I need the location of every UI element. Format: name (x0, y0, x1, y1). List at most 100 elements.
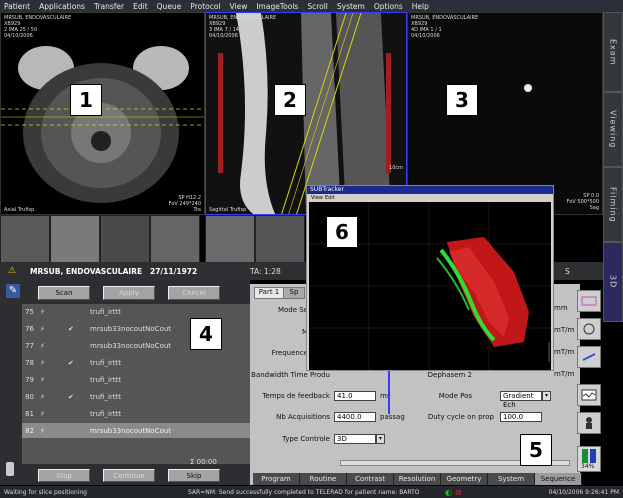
thumbnail[interactable] (255, 215, 305, 263)
menu-item-view[interactable]: View (311, 195, 323, 201)
queue-number: 82 (25, 426, 34, 435)
queue-item-name: mrsub33nocoutNoCout (90, 324, 172, 333)
queue-number: 80 (25, 392, 34, 401)
pencil-icon[interactable]: ✎ (6, 284, 20, 298)
menu-item-applications[interactable]: Applications (39, 2, 85, 11)
menu-item-patient[interactable]: Patient (4, 2, 30, 11)
queue-row[interactable]: 82 ⚡ mrsub33nocoutNoCout (22, 423, 250, 438)
viewport-footer: Axial Trufisp (4, 207, 35, 213)
menu-item-view[interactable]: View (230, 2, 248, 11)
tab-sp[interactable]: Sp (283, 287, 305, 299)
thumbnail[interactable] (100, 215, 150, 263)
bottle-icon (6, 462, 14, 476)
tab-viewing[interactable]: Viewing (603, 92, 623, 167)
queue-number: 79 (25, 375, 34, 384)
lightning-icon: ⚡ (40, 358, 45, 367)
menu-item-options[interactable]: Options (374, 2, 403, 11)
queue-number: 81 (25, 409, 34, 418)
queue-item-name: trufi_irttt (90, 358, 122, 367)
menu-item-system[interactable]: System (337, 2, 365, 11)
status-letter: S (565, 267, 570, 276)
param-label: Temps de feedback (262, 392, 330, 400)
viewport-footer: Sagittal Trufisp (209, 207, 247, 213)
tab-resolution[interactable]: Resolution (394, 473, 441, 485)
lightning-icon: ⚡ (40, 426, 45, 435)
queue-row[interactable]: 81 ⚡ trufi_irttt (22, 406, 250, 421)
chevron-down-icon[interactable]: ▾ (376, 434, 385, 444)
viewport-corner-info: 10cm (389, 165, 403, 171)
menu-item-edit[interactable]: Edit (133, 2, 148, 11)
check-icon: ✔ (68, 358, 74, 367)
tab-geometry[interactable]: Geometry (441, 473, 488, 485)
queue-item-name: trufi_irttt (90, 392, 122, 401)
lightning-icon: ⚡ (40, 375, 45, 384)
control-type-select[interactable]: 3D (334, 434, 376, 444)
queue-number: 78 (25, 358, 34, 367)
thumbnail[interactable] (0, 215, 50, 263)
chevron-down-icon[interactable]: ▾ (542, 391, 551, 401)
queue-row[interactable]: 78 ⚡ ✔ trufi_irttt (22, 355, 250, 370)
menu-item-protocol[interactable]: Protocol (190, 2, 220, 11)
tab-part-1[interactable]: Part 1 (254, 287, 284, 299)
green-status-icon: ◐ (445, 487, 452, 497)
slice-tool-icon[interactable] (577, 290, 601, 312)
queue-row[interactable]: 79 ⚡ trufi_irttt (22, 372, 250, 387)
position-mode-select[interactable]: Gradient Ech (500, 391, 542, 409)
monitor-tool-icon[interactable] (577, 384, 601, 406)
lightning-icon: ⚡ (40, 409, 45, 418)
queue-number: 77 (25, 341, 34, 350)
lightning-icon: ⚡ (40, 307, 45, 316)
menu-item-queue[interactable]: Queue (157, 2, 182, 11)
duty-cycle-field[interactable]: 100.0 (500, 412, 542, 422)
queue-item-name: trufi_irttt (90, 375, 122, 384)
tab-exam[interactable]: Exam (603, 12, 623, 92)
status-left: Waiting for slice positioning (4, 488, 87, 496)
menu-item-scroll[interactable]: Scroll (307, 2, 328, 11)
menu-bar: Patient Applications Transfer Edit Queue Prot… (0, 0, 623, 12)
skip-button[interactable]: Skip (168, 469, 220, 482)
viewport-corner-info: SP 0.0 FoV 500*500 Sag (566, 193, 599, 211)
callout-badge-1: 1 (70, 84, 102, 116)
thumbnail[interactable] (50, 215, 100, 263)
tab-contrast[interactable]: Contrast (347, 473, 394, 485)
viewport-1[interactable]: MRSUB, ENDOVASCULAIRE XB929 2 IMA 25 / 5… (0, 12, 205, 215)
callout-badge-3: 3 (446, 84, 478, 116)
param-label: Bandwidth Time Produ (251, 371, 330, 379)
queue-row[interactable]: 75 ⚡ trufi_irttt (22, 304, 250, 319)
thumbnail[interactable] (150, 215, 200, 263)
patient-tool-icon[interactable] (577, 412, 601, 434)
feedback-time-field[interactable]: 41.0 (334, 391, 376, 401)
tab-filming[interactable]: Filming (603, 167, 623, 242)
tab-sequence[interactable]: Sequence (535, 473, 582, 485)
apply-button[interactable]: Apply (103, 286, 155, 300)
queue-item-name: mrsub33nocoutNoCout (90, 426, 172, 435)
tab-system[interactable]: System (488, 473, 535, 485)
param-label: Duty cycle on prop (427, 413, 494, 421)
unit-label: mT/m (554, 370, 575, 378)
unit-label: mm (554, 304, 568, 312)
thumbnail[interactable] (205, 215, 255, 263)
timer: Σ 00:00 (190, 458, 217, 466)
divider (388, 369, 390, 414)
queue-row[interactable]: 80 ⚡ ✔ trufi_irttt (22, 389, 250, 404)
cancel-button[interactable]: Cancel (168, 286, 220, 300)
subtracker-window[interactable]: SUBTracker View Edit (306, 185, 554, 371)
menu-item-help[interactable]: Help (412, 2, 429, 11)
tab-3d[interactable]: 3D (603, 242, 623, 322)
tab-program[interactable]: Program (253, 473, 300, 485)
continue-button[interactable]: Continue (103, 469, 155, 482)
status-message: SAR=NM: Send successfully completed to T… (188, 488, 420, 496)
head-tool-icon[interactable] (577, 318, 601, 340)
scan-button[interactable]: Scan (38, 286, 90, 300)
rotate-tool-icon[interactable] (577, 346, 601, 368)
viewport-header: MRSUB, ENDOVASCULAIRE XB929 4D IMA 1 / 1… (411, 15, 479, 39)
menu-item-transfer[interactable]: Transfer (94, 2, 124, 11)
queue-item-name: mrsub33nocoutNoCout (90, 341, 172, 350)
acquisitions-field[interactable]: 4400.0 (334, 412, 376, 422)
menu-item-edit[interactable]: Edit (325, 195, 335, 201)
stop-button[interactable]: Stop (38, 469, 90, 482)
menu-item-imagetools[interactable]: ImageTools (256, 2, 298, 11)
tab-routine[interactable]: Routine (300, 473, 347, 485)
axial-mri-image (1, 46, 204, 203)
window-title: SUBTracker (307, 186, 553, 194)
